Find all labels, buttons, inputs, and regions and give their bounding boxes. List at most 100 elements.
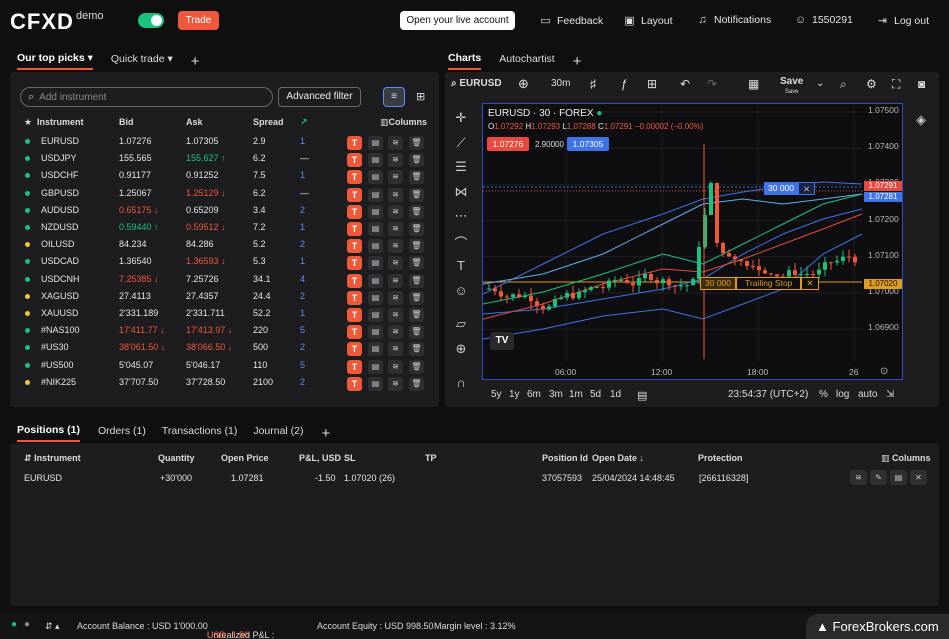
pos-col-tp[interactable]: TP bbox=[425, 453, 437, 463]
delete-icon[interactable]: 🗑 bbox=[409, 290, 424, 305]
watchlist-row[interactable]: USDCAD 1.36540 1.36593 ↓ 5.3 1 T ▤ ≋ 🗑 bbox=[22, 253, 432, 271]
templates-icon[interactable]: ⊞ bbox=[647, 77, 657, 91]
position-marker[interactable]: 30 000 ✕ bbox=[764, 182, 818, 195]
trade-icon[interactable]: T bbox=[347, 359, 362, 374]
settings-icon[interactable]: ⚙ bbox=[866, 77, 877, 91]
bid-price[interactable]: 1.07276 bbox=[119, 136, 152, 146]
tab-our-top-picks[interactable]: Our top picks ▾ bbox=[17, 52, 93, 70]
ask-price[interactable]: 1.36593 ↓ bbox=[186, 256, 226, 266]
trade-icon[interactable]: T bbox=[347, 290, 362, 305]
pos-col-instrument[interactable]: ⇵ Instrument bbox=[24, 453, 81, 464]
delete-icon[interactable]: 🗑 bbox=[409, 170, 424, 185]
text-icon[interactable]: T bbox=[452, 258, 470, 273]
trade-icon[interactable]: T bbox=[347, 256, 362, 271]
add-bottom-tab-icon[interactable]: + bbox=[322, 425, 331, 442]
search-input[interactable] bbox=[39, 91, 250, 103]
chart-icon[interactable]: ≋ bbox=[388, 359, 403, 374]
info-icon[interactable]: ▤ bbox=[368, 187, 383, 202]
tab-orders[interactable]: Orders (1) bbox=[98, 425, 146, 441]
pos-col-position-id[interactable]: Position Id bbox=[542, 453, 588, 463]
chart-position-icon[interactable]: ≋ bbox=[850, 470, 867, 485]
ruler-icon[interactable]: ▱ bbox=[452, 316, 470, 332]
trade-icon[interactable]: T bbox=[347, 153, 362, 168]
delete-icon[interactable]: 🗑 bbox=[409, 187, 424, 202]
ask-price[interactable]: 17'413.97 ↓ bbox=[186, 325, 232, 335]
delete-icon[interactable]: 🗑 bbox=[409, 342, 424, 357]
info-icon[interactable]: ▤ bbox=[368, 290, 383, 305]
watchlist-row[interactable]: USDCHF 0.91177 0.91252 7.5 1 T ▤ ≋ 🗑 bbox=[22, 167, 432, 185]
bid-price[interactable]: 37'707.50 bbox=[119, 377, 158, 387]
ask-price[interactable]: 38'066.50 ↓ bbox=[186, 342, 232, 352]
trade-icon[interactable]: T bbox=[347, 342, 362, 357]
tab-quick-trade[interactable]: Quick trade ▾ bbox=[111, 53, 173, 69]
chart-icon[interactable]: ≋ bbox=[388, 187, 403, 202]
bid-price[interactable]: 17'411.77 ↓ bbox=[119, 325, 165, 335]
watchlist-row[interactable]: EURUSD 1.07276 1.07305 2.9 1 T ▤ ≋ 🗑 bbox=[22, 133, 432, 150]
delete-icon[interactable]: 🗑 bbox=[409, 376, 424, 391]
chart-icon[interactable]: ≋ bbox=[388, 342, 403, 357]
bid-price[interactable]: 1.36540 bbox=[119, 256, 152, 266]
ask-price[interactable]: 2'331.711 bbox=[186, 308, 225, 318]
bid-price[interactable]: 0.59440 ↑ bbox=[119, 222, 159, 232]
info-icon[interactable]: ▤ bbox=[368, 359, 383, 374]
quick-search-icon[interactable]: ⌕ bbox=[840, 77, 847, 92]
ask-price[interactable]: 155.627 ↑ bbox=[186, 153, 226, 163]
add-tab-icon[interactable]: + bbox=[191, 53, 200, 70]
close-position-icon[interactable]: ✕ bbox=[798, 182, 816, 195]
account-button[interactable]: ☺ 1550291 bbox=[795, 14, 853, 26]
ask-price[interactable]: 7.25726 bbox=[186, 274, 219, 284]
delete-icon[interactable]: 🗑 bbox=[409, 222, 424, 236]
open-live-account-button[interactable]: Open your live account bbox=[400, 11, 515, 30]
demo-toggle[interactable] bbox=[138, 13, 164, 28]
watchlist-row[interactable]: USDJPY 155.565 155.627 ↑ 6.2 — T ▤ ≋ 🗑 bbox=[22, 150, 432, 168]
ask-price[interactable]: 1.07305 bbox=[186, 136, 219, 146]
buy-price-button[interactable]: 1.07305 bbox=[567, 137, 609, 151]
magnet-icon[interactable]: ∩ bbox=[452, 375, 470, 390]
layout-chart-icon[interactable]: ▦ bbox=[748, 77, 759, 91]
chart-icon[interactable]: ≋ bbox=[388, 256, 403, 271]
range-button[interactable]: 1d bbox=[610, 389, 621, 400]
auto-toggle[interactable]: auto bbox=[858, 389, 877, 400]
pos-columns-button[interactable]: ▥ Columns bbox=[881, 453, 931, 464]
range-button[interactable]: 6m bbox=[527, 389, 541, 400]
crosshair-icon[interactable]: ✛ bbox=[452, 110, 470, 126]
watchlist-row[interactable]: #NAS100 17'411.77 ↓ 17'413.97 ↓ 220 5 T ▤ ≋ 🗑 bbox=[22, 322, 432, 340]
bid-price[interactable]: 27.4113 bbox=[119, 291, 151, 301]
trade-icon[interactable]: T bbox=[347, 376, 362, 391]
watchlist-row[interactable]: NZDUSD 0.59440 ↑ 0.59512 ↓ 7.2 1 T ▤ ≋ 🗑 bbox=[22, 219, 432, 236]
info-icon[interactable]: ▤ bbox=[368, 273, 383, 288]
layers-icon[interactable]: ◈ bbox=[912, 112, 930, 128]
info-icon[interactable]: ▤ bbox=[368, 376, 383, 391]
compare-icon[interactable]: ⊕ bbox=[518, 76, 529, 92]
trade-icon[interactable]: T bbox=[347, 170, 362, 185]
redo-icon[interactable]: ↷ bbox=[707, 77, 717, 91]
save-dropdown-icon[interactable]: ⌄ bbox=[816, 78, 824, 89]
add-chart-tab-icon[interactable]: + bbox=[573, 53, 582, 70]
layout-button[interactable]: ▣ Layout bbox=[624, 14, 672, 28]
symbol-search[interactable]: ⌕ EURUSD bbox=[451, 78, 502, 89]
bid-price[interactable]: 7.25385 ↓ bbox=[119, 274, 159, 284]
info-icon[interactable]: ▤ bbox=[368, 239, 383, 254]
details-position-icon[interactable]: ▤ bbox=[890, 470, 907, 485]
trade-icon[interactable]: T bbox=[347, 187, 362, 202]
trade-icon[interactable]: T bbox=[347, 136, 362, 150]
info-icon[interactable]: ▤ bbox=[368, 222, 383, 236]
pos-col-protection[interactable]: Protection bbox=[698, 453, 743, 463]
ask-price[interactable]: 0.59512 ↓ bbox=[186, 222, 226, 232]
chart-icon[interactable]: ≋ bbox=[388, 170, 403, 185]
pos-col-open-date[interactable]: Open Date ↓ bbox=[592, 453, 644, 463]
indicators-icon[interactable]: ƒ bbox=[621, 77, 628, 91]
tab-charts[interactable]: Charts bbox=[448, 52, 482, 70]
bid-price[interactable]: 0.91177 bbox=[119, 170, 151, 180]
watchlist-row[interactable]: #US500 5'045.07 5'046.17 110 5 T ▤ ≋ 🗑 bbox=[22, 357, 432, 374]
fullscreen-icon[interactable]: ⛶ bbox=[892, 77, 900, 92]
trade-icon[interactable]: T bbox=[347, 273, 362, 288]
delete-icon[interactable]: 🗑 bbox=[409, 204, 424, 219]
search-box[interactable]: ⌕ bbox=[20, 87, 273, 107]
delete-icon[interactable]: 🗑 bbox=[409, 239, 424, 254]
watchlist-row[interactable]: XAGUSD 27.4113 27.4357 24.4 2 T ▤ ≋ 🗑 bbox=[22, 288, 432, 305]
logout-button[interactable]: ⇥ Log out bbox=[877, 14, 929, 28]
trade-icon[interactable]: T bbox=[347, 325, 362, 340]
delete-icon[interactable]: 🗑 bbox=[409, 273, 424, 288]
watchlist-row[interactable]: #NIK225 37'707.50 37'728.50 2100 2 T ▤ ≋ 🗑 bbox=[22, 374, 432, 391]
